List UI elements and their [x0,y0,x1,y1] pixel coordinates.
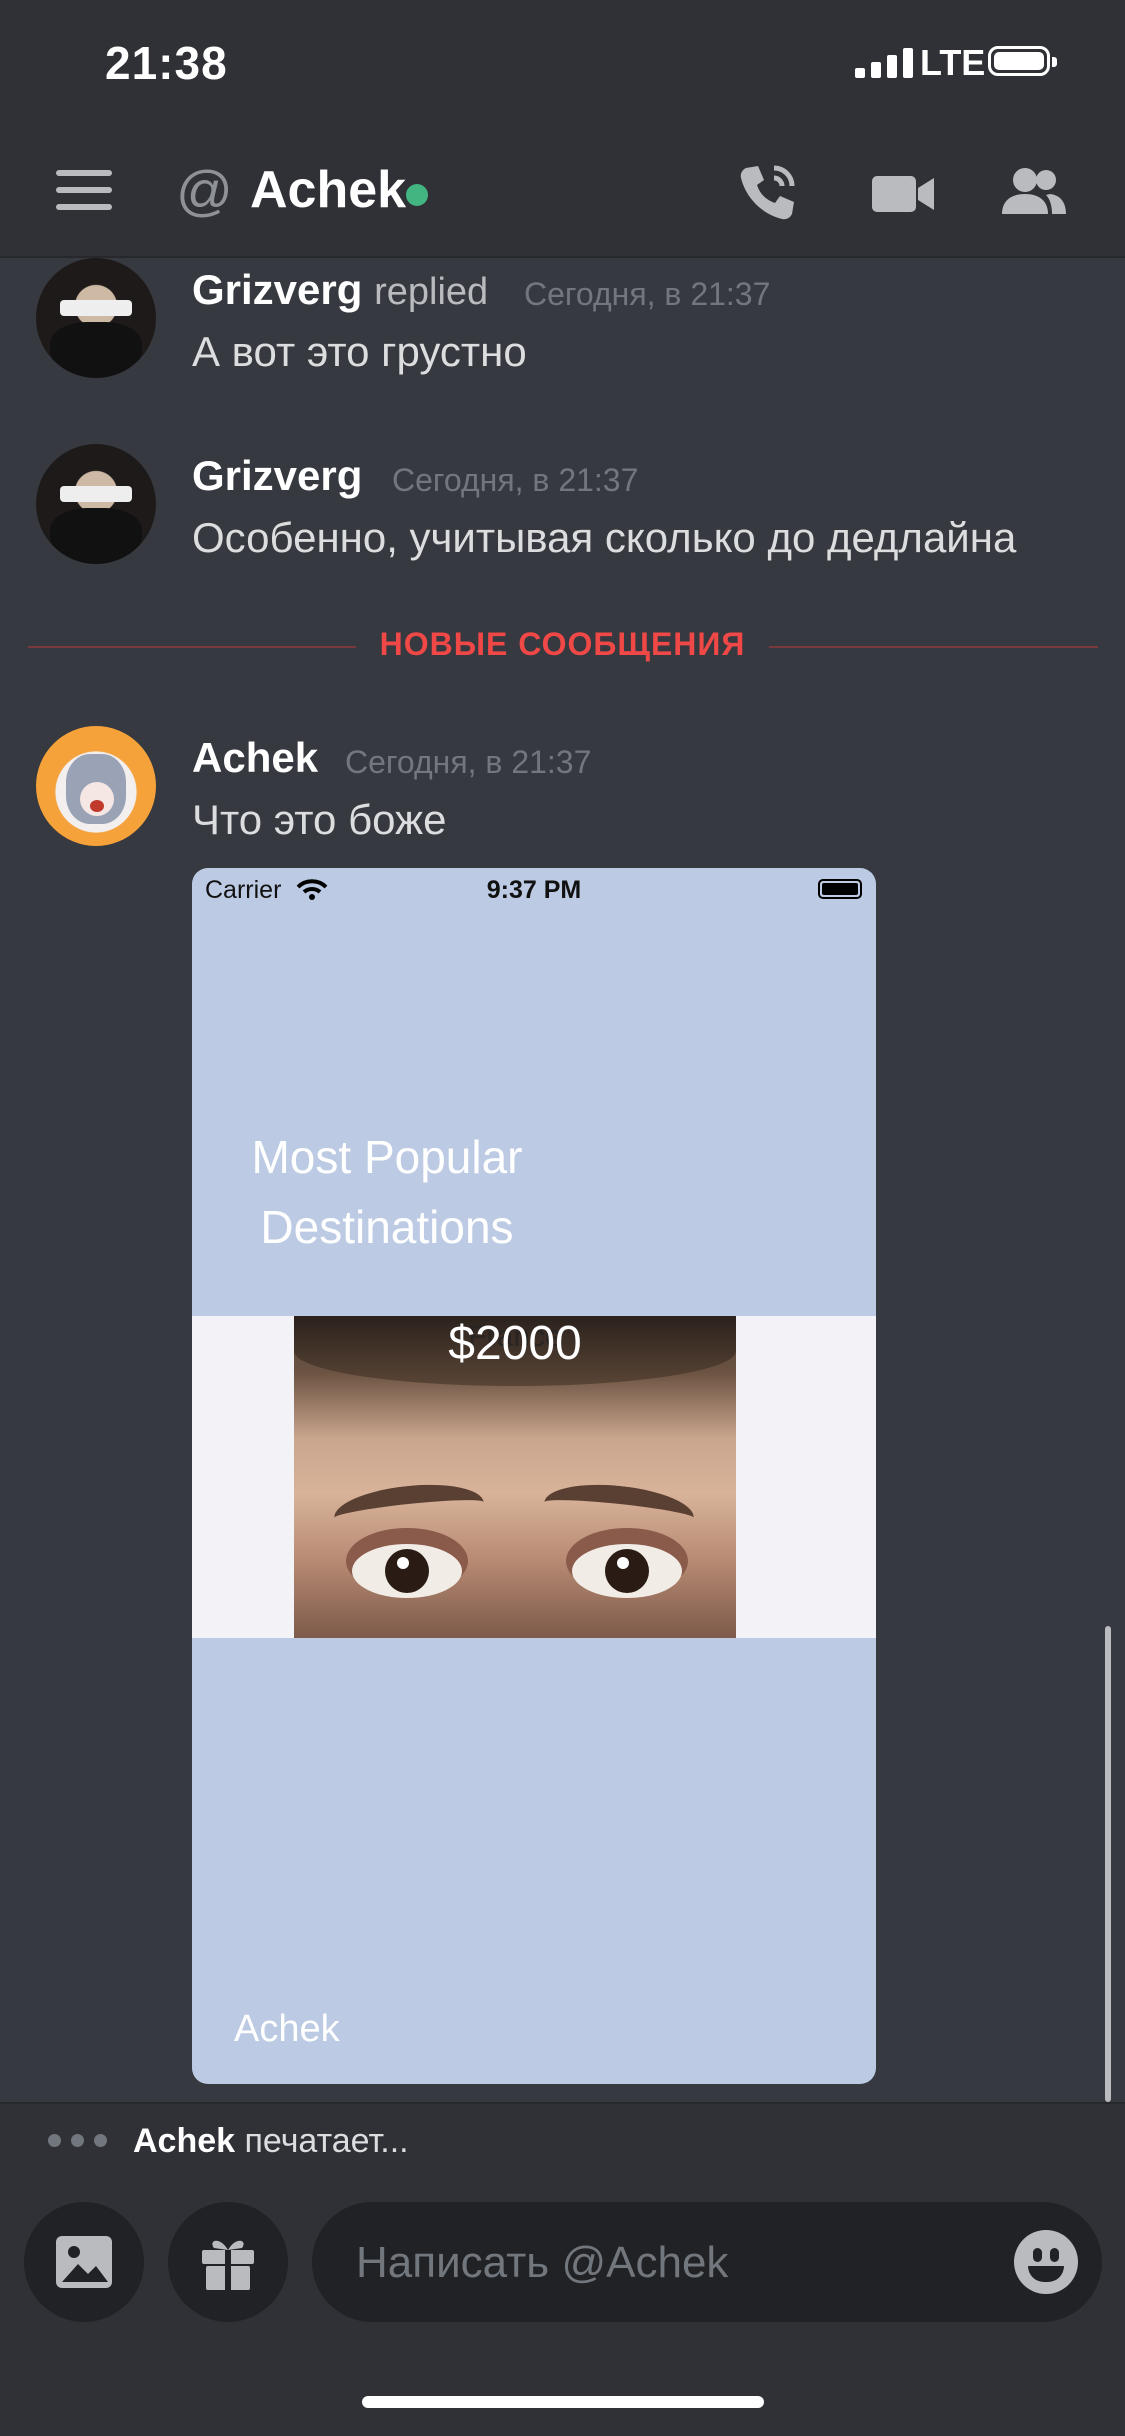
new-messages-label: НОВЫЕ СООБЩЕНИЯ [0,626,1125,663]
status-time: 21:38 [105,37,228,89]
typing-dots-icon [48,2134,107,2147]
destination-price: $2000 [448,1317,582,1370]
signal-icon [855,46,913,78]
emoji-icon[interactable] [1014,2230,1078,2294]
message-input[interactable] [354,2232,978,2294]
attachment-status-bar: Carrier 9:37 PM [192,868,876,914]
gift-button[interactable] [168,2202,288,2322]
battery-icon [988,46,1057,76]
image-attachment[interactable]: Carrier 9:37 PM Most Popular Destination… [192,868,876,2084]
phone-call-icon[interactable] [732,158,802,228]
replied-label: replied [374,271,489,313]
image-icon [56,2236,112,2288]
online-status-icon [406,184,428,206]
message-timestamp: Сегодня, в 21:37 [524,276,771,312]
typing-text: Achek печатает... [133,2122,409,2160]
attachment-battery-icon [818,879,862,899]
scrollbar[interactable] [1105,1626,1111,2102]
destination-photo: France $2000 [294,1316,736,1638]
attachment-author: Achek [234,2008,340,2050]
video-camera-icon[interactable] [868,158,938,228]
message-author[interactable]: Achek [192,734,318,782]
attachment-title: Most Popular Destinations [251,1131,523,1253]
avatar[interactable] [36,444,156,564]
status-bar: 21:38 LTE [0,0,1125,130]
attach-image-button[interactable] [24,2202,144,2322]
message-author[interactable]: Grizverg replied [192,266,488,314]
message-text: Что это боже [192,796,447,843]
header-username: Achek [250,161,407,219]
attachment-card-row: France $2000 [192,1316,876,1638]
avatar[interactable] [36,726,156,846]
members-icon[interactable] [998,158,1068,228]
avatar[interactable] [36,258,156,378]
message-field[interactable] [312,2202,1102,2322]
typing-indicator: Achek печатает... [0,2102,1125,2178]
attachment-time: 9:37 PM [486,876,582,904]
message-timestamp: Сегодня, в 21:37 [392,462,639,498]
message-text: А вот это грустно [192,328,527,375]
gift-icon [202,2240,254,2290]
chat-header: @ Achek [0,130,1125,258]
home-indicator[interactable] [362,2396,764,2408]
message-composer [0,2178,1125,2436]
message-timestamp: Сегодня, в 21:37 [345,744,592,780]
message-text: Особенно, учитывая сколько до дедлайна [192,514,1017,561]
at-icon: @ [176,159,233,222]
menu-icon[interactable] [56,170,112,214]
network-label: LTE [920,42,986,83]
message-author[interactable]: Grizverg [192,452,362,500]
